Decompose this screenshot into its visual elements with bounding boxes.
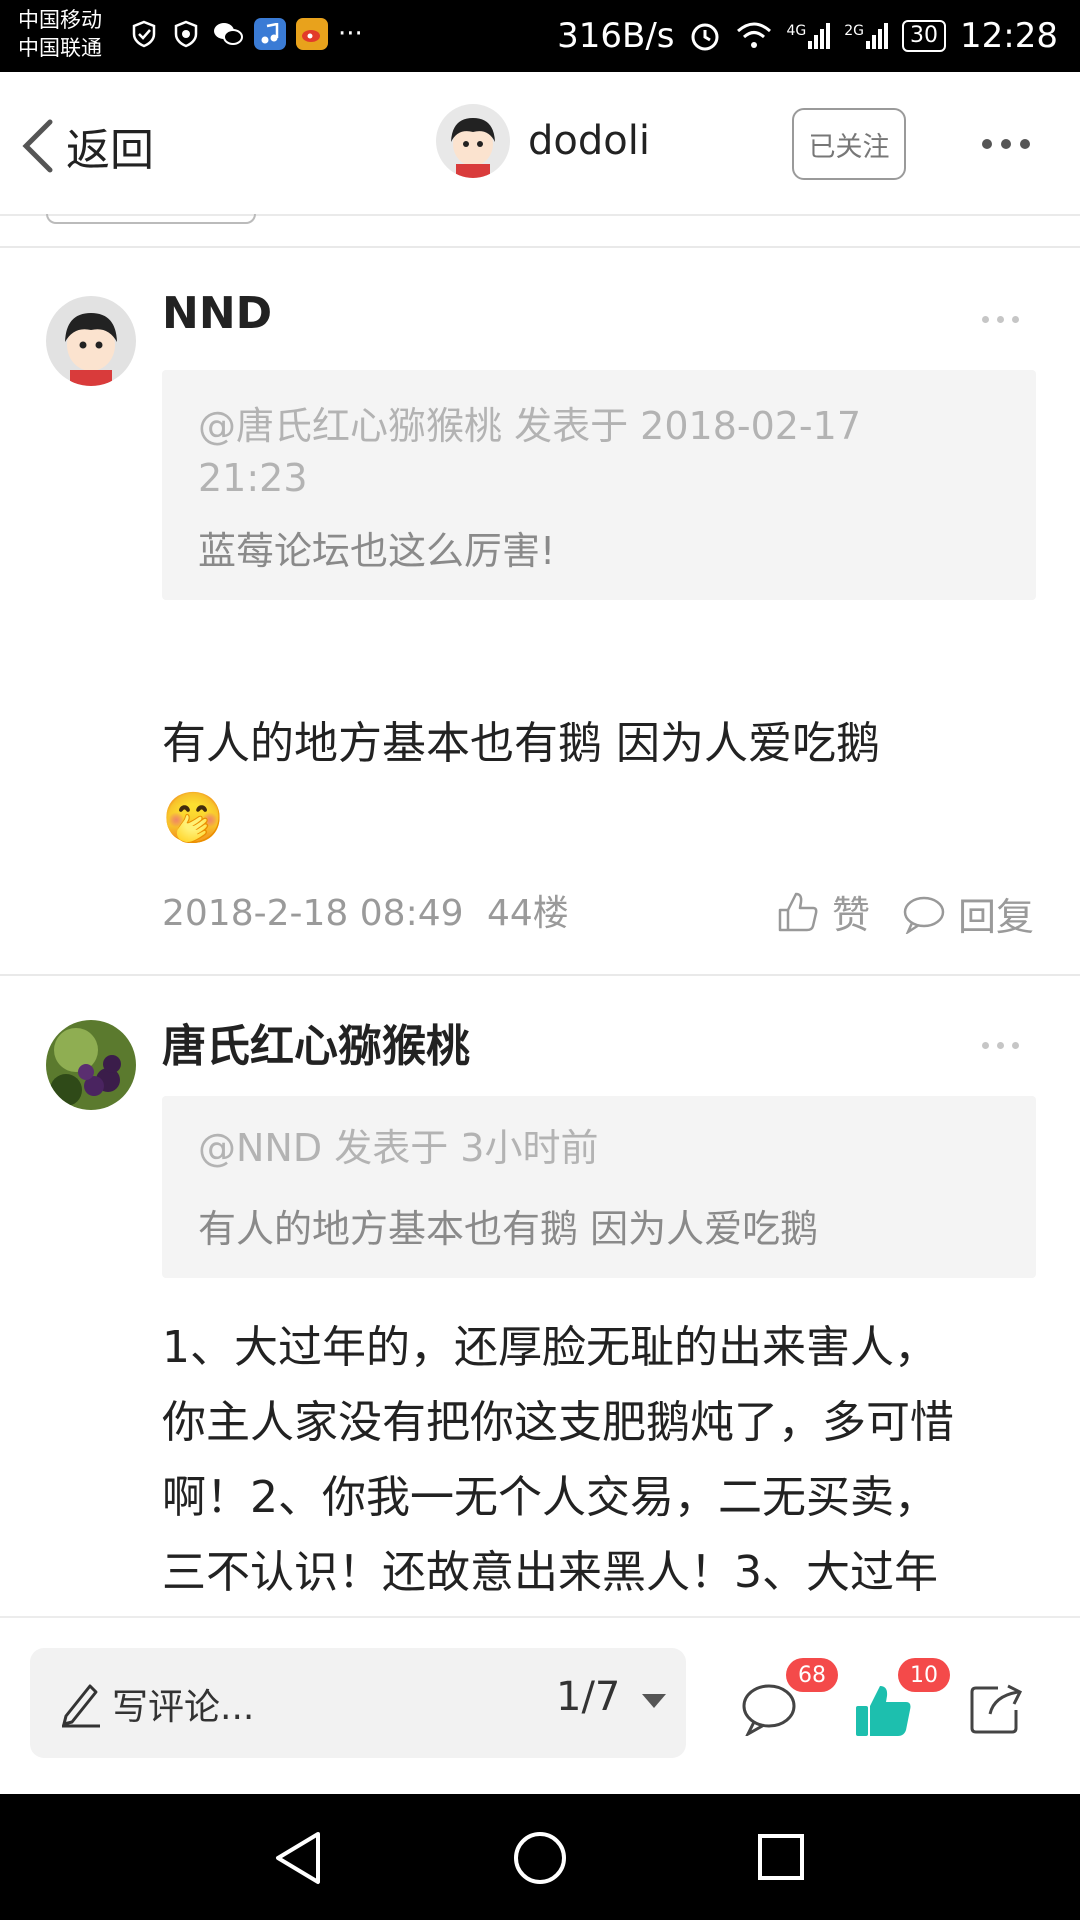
shield-check-icon [170,18,202,50]
quoted-comment[interactable]: @NND 发表于 3小时前 有人的地方基本也有鹅 因为人爱吃鹅 [162,1096,1036,1278]
author-info[interactable]: dodoli [436,104,650,178]
comment-line: 三不认识！还故意出来黑人！3、大过年 [162,1547,938,1598]
top-nav-bar: 返回 dodoli 已关注 [0,72,1080,214]
back-triangle-icon[interactable] [272,1830,324,1886]
share-button[interactable] [968,1682,1024,1740]
thumb-up-icon [778,892,818,931]
dot-icon [982,316,989,323]
quoted-comment[interactable]: @唐氏红心猕猴桃 发表于 2018-02-17 21:23 蓝莓论坛也这么厉害! [162,370,1036,600]
alarm-icon [691,23,719,51]
previous-item-edge [46,214,256,224]
signal-4g-label: 4G [786,23,807,39]
section-divider [0,246,1080,248]
share-icon [970,1684,1023,1734]
back-label: 返回 [66,125,154,176]
dot-icon [1001,139,1011,149]
commenter-name[interactable]: NND [162,288,272,339]
more-options-button[interactable] [982,124,1036,164]
wifi-icon [737,22,772,48]
comment-meta: 2018-2-18 08:49 44楼 [162,884,569,936]
comment-date: 2018-2-18 08:49 [162,893,464,934]
bottom-comment-bar: 写评论... 1/7 68 10 [0,1616,1080,1796]
chevron-left-icon [22,119,53,173]
status-bar: 中国移动 中国联通 ··· 316B/s 4G 2G 30 12:28 [0,0,1080,72]
carrier-info: 中国移动 中国联通 [18,6,102,62]
signal-2g: 2G [844,23,889,49]
comment-line: 啊！2、你我一无个人交易，二无买卖， [162,1472,938,1523]
home-circle-icon[interactable] [512,1830,568,1886]
comment-body: 1、大过年的，还厚脸无耻的出来害人， 你主人家没有把你这支肥鹅炖了，多可惜 啊！… [162,1310,1042,1610]
notification-overflow: ··· [338,19,363,49]
signal-bar-icon [878,29,883,49]
like-post-button[interactable] [854,1682,914,1742]
signal-bar-icon [820,29,825,49]
clock: 12:28 [960,16,1058,56]
quote-meta: @唐氏红心猕猴桃 发表于 2018-02-17 21:23 [198,404,861,500]
dot-icon [1020,139,1030,149]
follow-button[interactable]: 已关注 [792,108,906,180]
signal-bar-icon [808,41,813,49]
comment-line: 你主人家没有把你这支肥鹅炖了，多可惜 [162,1397,954,1448]
wechat-icon [212,18,244,50]
dot-icon [997,1042,1004,1049]
comment-divider [0,974,1080,976]
dot-icon [1012,1042,1019,1049]
signal-bar-icon [814,35,819,49]
dot-icon [997,316,1004,323]
speech-bubble-icon [903,896,945,934]
dot-icon [1012,316,1019,323]
carrier-2: 中国联通 [18,36,102,60]
thinking-emoji-icon: 🤭 [162,789,225,847]
dot-icon [982,139,992,149]
signal-bar-icon [872,35,877,49]
like-button[interactable]: 赞 [776,884,870,939]
signal-4g: 4G [786,23,831,49]
commenter-avatar[interactable] [46,1020,136,1110]
notification-icons: ··· [128,18,363,50]
signal-bar-icon [866,41,871,49]
comments-button[interactable] [740,1682,798,1740]
comment-more-button[interactable] [982,1042,1019,1049]
shield-icon [128,18,160,50]
carrier-1: 中国移动 [18,8,102,32]
thumb-up-filled-icon [856,1686,911,1736]
back-button[interactable]: 返回 [18,114,154,178]
comment-line: 1、大过年的，还厚脸无耻的出来害人， [162,1322,938,1373]
system-navigation-bar [0,1794,1080,1920]
status-right: 316B/s 4G 2G 30 12:28 [557,16,1058,56]
pencil-icon [62,1684,100,1728]
recents-square-icon[interactable] [756,1832,806,1882]
comment-count-badge: 68 [786,1658,838,1692]
comment-icon [742,1684,796,1738]
quote-text: 蓝莓论坛也这么厉害! [198,529,556,573]
commenter-avatar[interactable] [46,296,136,386]
comment-floor: 44楼 [486,893,569,934]
signal-2g-label: 2G [844,23,865,39]
net-speed: 316B/s [557,16,675,56]
caret-down-icon[interactable] [642,1694,666,1708]
quote-text: 有人的地方基本也有鹅 因为人爱吃鹅 [198,1207,819,1251]
quote-meta: @NND 发表于 3小时前 [198,1126,599,1170]
write-comment-placeholder: 写评论... [112,1687,255,1728]
commenter-name[interactable]: 唐氏红心猕猴桃 [162,1010,470,1074]
reply-button[interactable]: 回复 [902,886,1034,941]
signal-bar-icon [884,23,889,49]
author-avatar[interactable] [436,104,510,178]
battery-indicator: 30 [902,20,947,52]
signal-bar-icon [826,23,831,49]
author-username: dodoli [528,118,650,164]
write-comment-input[interactable]: 写评论... 1/7 [30,1648,686,1758]
like-count-badge: 10 [898,1658,950,1692]
reply-label: 回复 [958,895,1035,939]
comment-more-button[interactable] [982,316,1019,323]
music-icon [254,18,286,50]
dot-icon [982,1042,989,1049]
page-indicator[interactable]: 1/7 [556,1674,620,1720]
comment-text: 有人的地方基本也有鹅 因为人爱吃鹅 [162,718,880,769]
comment-body: 有人的地方基本也有鹅 因为人爱吃鹅 🤭 [162,706,1022,858]
like-label: 赞 [832,893,871,937]
weibo-icon [296,18,328,50]
